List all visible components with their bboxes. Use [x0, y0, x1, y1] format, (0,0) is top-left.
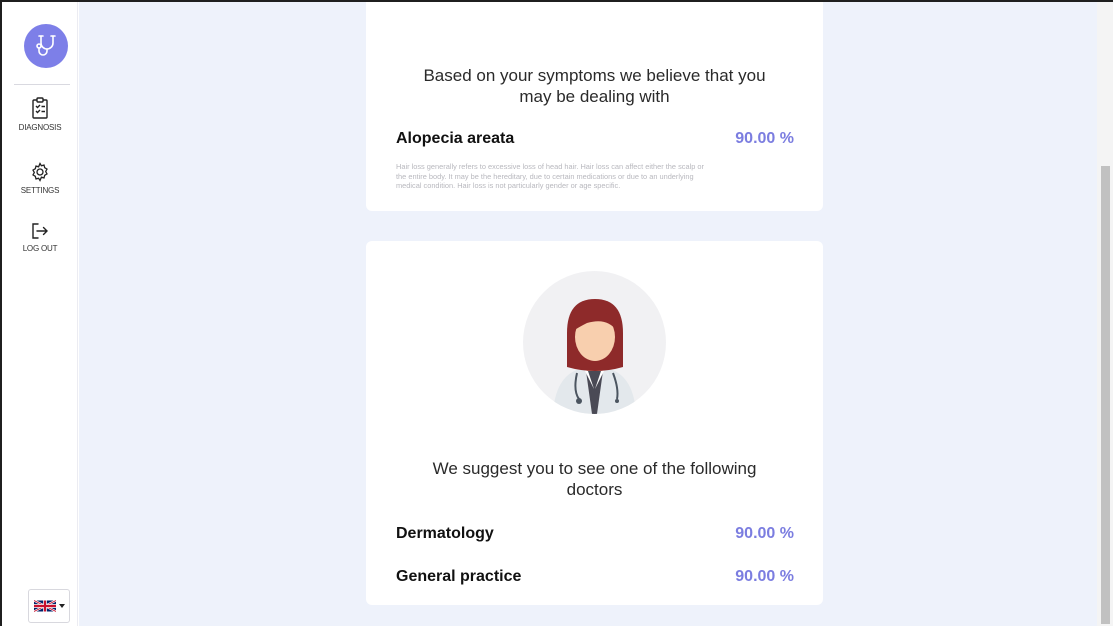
doctor-row-dermatology[interactable]: Dermatology 90.00 % — [396, 525, 794, 543]
language-selector[interactable] — [28, 589, 70, 623]
gear-icon — [32, 162, 48, 182]
chevron-down-icon — [58, 604, 65, 608]
uk-flag-icon — [33, 599, 56, 613]
sidebar-item-settings[interactable]: SETTINGS — [2, 162, 78, 195]
doctor-name: Dermatology — [396, 525, 494, 542]
main-content[interactable]: Based on your symptoms we believe that y… — [79, 2, 1097, 626]
sidebar-item-diagnosis[interactable]: DIAGNOSIS — [2, 97, 78, 132]
doctors-card: We suggest you to see one of the followi… — [366, 241, 823, 605]
sidebar-item-label: LOG OUT — [22, 244, 58, 253]
description-line: the entire body. It may be the hereditar… — [396, 171, 694, 181]
female-doctor-icon — [553, 299, 636, 414]
sidebar-item-logout[interactable]: LOG OUT — [2, 222, 78, 253]
condition-name: Alopecia areata — [396, 130, 515, 147]
sidebar-divider — [14, 84, 70, 85]
doctor-name: General practice — [396, 568, 522, 585]
doctor-avatar — [523, 271, 666, 414]
sidebar: DIAGNOSIS SETTINGS LOG OUT — [2, 2, 78, 626]
doctors-heading-line1: We suggest you to see one of the followi… — [432, 459, 757, 478]
doctors-heading-line2: doctors — [566, 480, 623, 499]
sidebar-item-label: SETTINGS — [20, 186, 60, 195]
diagnosis-heading-line1: Based on your symptoms we believe that y… — [423, 66, 766, 85]
doctor-probability: 90.00 % — [735, 568, 794, 585]
scrollbar-thumb[interactable] — [1101, 166, 1110, 624]
diagnosis-heading-line2: may be dealing with — [519, 87, 670, 106]
logout-icon — [32, 223, 48, 239]
doctor-row-general-practice[interactable]: General practice 90.00 % — [396, 568, 794, 586]
sidebar-item-label: DIAGNOSIS — [18, 123, 62, 132]
clipboard-icon — [32, 97, 48, 119]
doctor-probability: 90.00 % — [735, 525, 794, 542]
stethoscope-logo-icon[interactable] — [24, 24, 68, 68]
description-line: medical condition. Hair loss is not part… — [396, 181, 621, 190]
condition-probability: 90.00 % — [735, 130, 794, 147]
condition-description: Hair loss generally refers to excessive … — [396, 162, 796, 191]
diagnosis-card: Based on your symptoms we believe that y… — [366, 2, 823, 211]
diagnosis-result: Alopecia areata 90.00 % — [396, 130, 794, 148]
description-line: Hair loss generally refers to excessive … — [396, 162, 704, 171]
